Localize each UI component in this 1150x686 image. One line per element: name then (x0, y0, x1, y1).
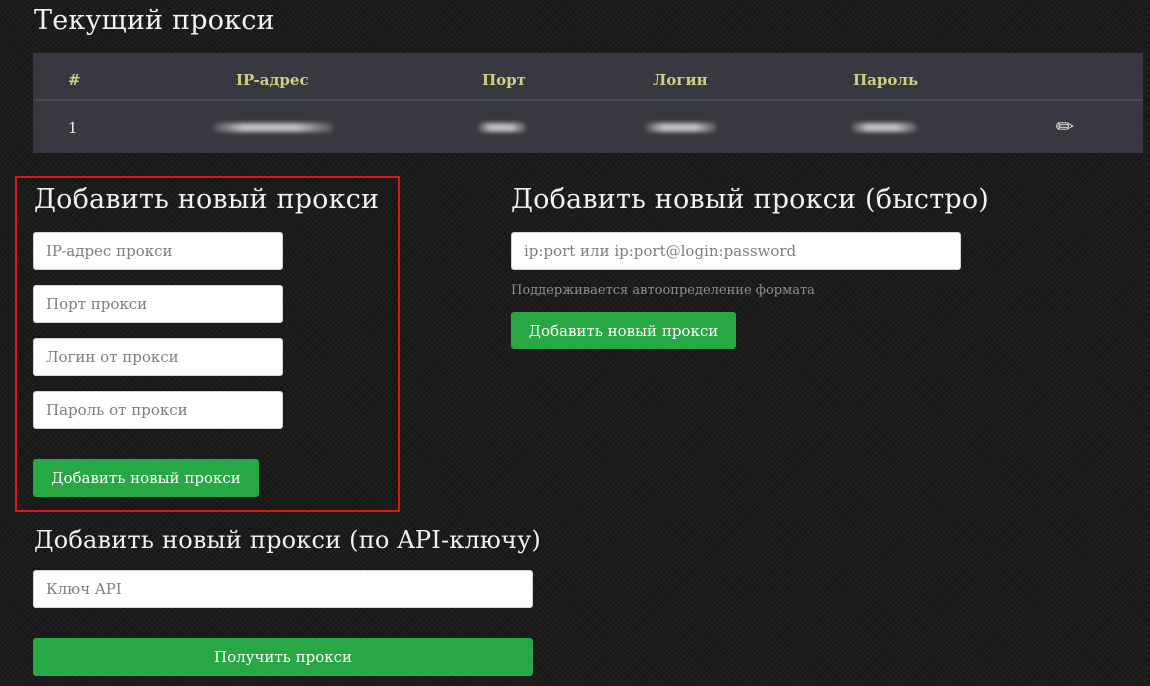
add-proxy-title: Добавить новый прокси (34, 184, 380, 215)
proxy-login-input[interactable] (33, 338, 283, 376)
column-header-port: Порт (482, 71, 526, 89)
column-header-ip: IP-адрес (236, 71, 309, 89)
add-proxy-fast-button[interactable]: Добавить новый прокси (511, 312, 736, 349)
api-key-input[interactable] (33, 570, 533, 608)
current-proxy-title: Текущий прокси (34, 5, 275, 36)
add-proxy-fast-title: Добавить новый прокси (быстро) (511, 184, 990, 215)
redacted-password (851, 123, 917, 132)
add-proxy-api-title: Добавить новый прокси (по API-ключу) (34, 526, 541, 554)
proxy-password-input[interactable] (33, 391, 283, 429)
redacted-ip (213, 123, 333, 132)
add-proxy-button[interactable]: Добавить новый прокси (33, 459, 259, 497)
redacted-port (478, 123, 526, 132)
redacted-login (645, 123, 717, 132)
format-help-text: Поддерживается автоопределение формата (511, 283, 815, 298)
proxy-fast-input[interactable] (511, 232, 961, 270)
column-header-login: Логин (653, 71, 708, 89)
proxy-port-input[interactable] (33, 285, 283, 323)
pencil-icon[interactable]: ✏ (1052, 115, 1078, 141)
column-header-number: # (68, 71, 81, 89)
get-proxy-button[interactable]: Получить прокси (33, 638, 533, 676)
column-header-password: Пароль (853, 71, 919, 89)
table-header-row: # IP-адрес Порт Логин Пароль (33, 53, 1143, 101)
proxy-ip-input[interactable] (33, 232, 283, 270)
row-number: 1 (68, 119, 78, 137)
current-proxy-table: # IP-адрес Порт Логин Пароль 1 ✏ (33, 53, 1143, 153)
